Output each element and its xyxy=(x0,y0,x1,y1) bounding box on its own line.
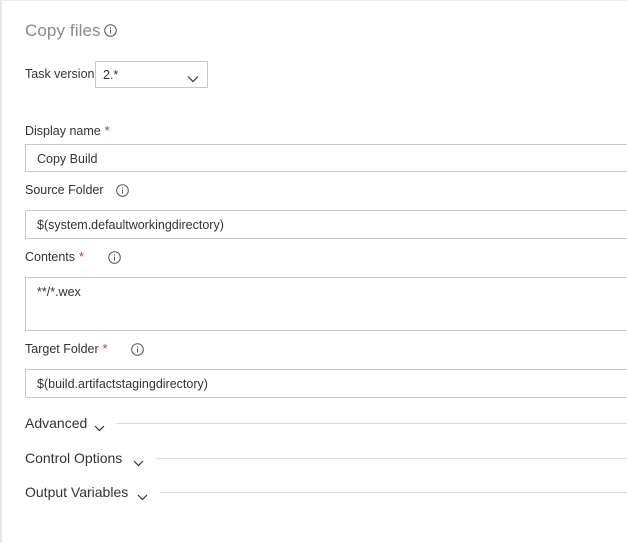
section-divider xyxy=(116,423,627,424)
source-folder-value: $(system.defaultworkingdirectory) xyxy=(37,218,224,232)
target-folder-input[interactable]: $(build.artifactstagingdirectory) xyxy=(25,369,627,398)
info-icon[interactable] xyxy=(116,184,129,197)
required-marker: * xyxy=(104,124,110,138)
chevron-down-icon xyxy=(133,454,144,472)
required-marker: * xyxy=(102,342,108,356)
source-folder-input[interactable]: $(system.defaultworkingdirectory) xyxy=(25,210,627,239)
advanced-section-toggle[interactable]: Advanced xyxy=(25,415,105,433)
target-folder-label: Target Folder * xyxy=(25,342,108,356)
info-icon[interactable] xyxy=(104,24,117,37)
contents-value: **/*.wex xyxy=(37,285,81,299)
task-version-dropdown[interactable]: 2.* xyxy=(95,61,208,88)
target-folder-label-text: Target Folder xyxy=(25,342,99,356)
contents-label: Contents * xyxy=(25,250,84,264)
task-version-label: Task version xyxy=(25,67,95,81)
panel-top-border xyxy=(0,0,627,1)
info-icon[interactable] xyxy=(108,251,121,264)
control-options-section-label: Control Options xyxy=(25,450,123,466)
required-marker: * xyxy=(79,250,84,264)
advanced-section-label: Advanced xyxy=(25,415,88,431)
chevron-down-icon xyxy=(94,419,105,437)
contents-label-text: Contents xyxy=(25,250,76,264)
output-variables-section-toggle[interactable]: Output Variables xyxy=(25,484,155,502)
chevron-down-icon xyxy=(137,488,148,506)
chevron-down-icon xyxy=(187,70,199,88)
panel-left-border xyxy=(0,0,2,543)
display-name-value: Copy Build xyxy=(37,152,98,166)
output-variables-section-label: Output Variables xyxy=(25,484,129,500)
display-name-input[interactable]: Copy Build xyxy=(25,144,627,172)
task-version-value: 2.* xyxy=(103,68,119,82)
contents-textarea[interactable]: **/*.wex xyxy=(25,277,627,331)
control-options-section-toggle[interactable]: Control Options xyxy=(25,450,150,468)
target-folder-value: $(build.artifactstagingdirectory) xyxy=(37,377,208,391)
display-name-label-text: Display name xyxy=(25,124,101,138)
task-title: Copy files xyxy=(25,21,101,40)
display-name-label: Display name * xyxy=(25,124,110,138)
source-folder-label: Source Folder xyxy=(25,183,104,197)
section-divider xyxy=(160,492,627,493)
info-icon[interactable] xyxy=(131,343,144,356)
section-divider xyxy=(156,458,627,459)
